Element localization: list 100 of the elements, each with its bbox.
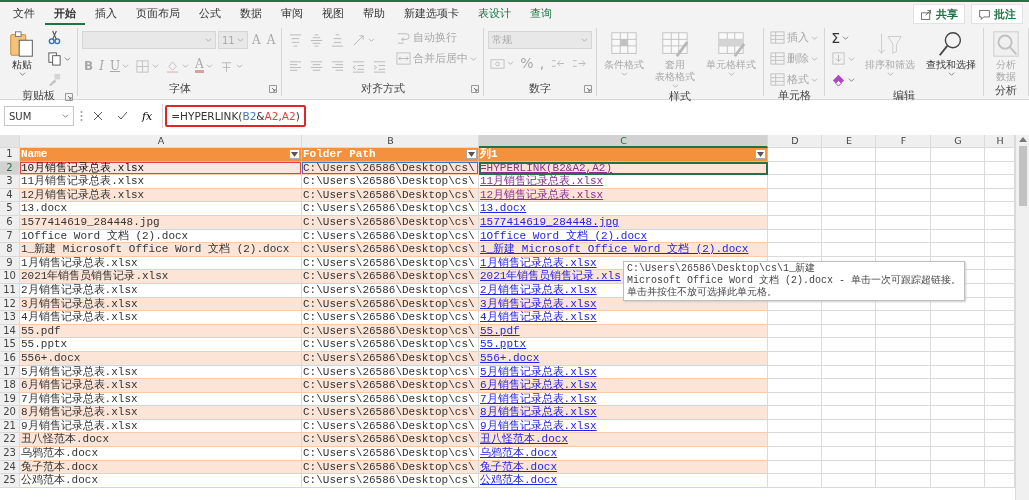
- caret-icon: [62, 113, 69, 119]
- small-grid-icon: [770, 72, 786, 87]
- row-header[interactable]: 18: [0, 379, 20, 393]
- empty-cell: [931, 406, 985, 420]
- table-cell: 2月销售记录总表.xlsx: [20, 283, 302, 298]
- caret-icon: [811, 34, 819, 41]
- filter-button[interactable]: [466, 149, 477, 159]
- ribbon-tab[interactable]: 视图: [313, 3, 353, 25]
- ribbon-tab[interactable]: 新建选项卡: [395, 3, 468, 25]
- ribbon-tab[interactable]: 查询: [521, 3, 561, 25]
- dialog-launcher-icon: [584, 85, 593, 93]
- ribbon-tab[interactable]: 数据: [231, 3, 271, 25]
- hyperlink[interactable]: 2021年销售员销售记录.xls: [480, 270, 621, 283]
- hyperlink[interactable]: 7月销售记录总表.xlsx: [480, 392, 597, 405]
- row-header[interactable]: 10: [0, 270, 20, 284]
- filter-button[interactable]: [289, 149, 300, 159]
- hyperlink[interactable]: =HYPERLINK(B2&A2,A2): [480, 161, 613, 174]
- hyperlink[interactable]: 兔子范本.docx: [480, 460, 557, 473]
- autosum-button[interactable]: Σ: [829, 28, 858, 47]
- hyperlink[interactable]: 乌鸦范本.docx: [480, 447, 557, 460]
- empty-cell: [931, 215, 985, 230]
- insert-function-button[interactable]: fx: [138, 109, 157, 123]
- formula-field[interactable]: =HYPERLINK(B2&A2,A2): [162, 104, 1025, 128]
- ribbon-tab[interactable]: 页面布局: [127, 3, 189, 25]
- copy-button[interactable]: [45, 49, 73, 68]
- hyperlink[interactable]: 1577414619_284448.jpg: [480, 215, 619, 228]
- table-cell: 2021年销售员销售记录.xlsx: [20, 270, 302, 284]
- comment-button[interactable]: 批注: [971, 4, 1023, 24]
- empty-cell: [822, 243, 876, 257]
- column-header[interactable]: D: [768, 135, 822, 148]
- row-header[interactable]: 3: [0, 175, 20, 189]
- hyperlink[interactable]: 55.pdf: [480, 324, 520, 337]
- hyperlink[interactable]: 4月销售记录总表.xlsx: [480, 311, 597, 324]
- hyperlink[interactable]: 5月销售记录总表.xlsx: [480, 365, 597, 378]
- column-header[interactable]: G: [931, 135, 985, 148]
- hyperlink[interactable]: 1月销售记录总表.xlsx: [480, 256, 597, 269]
- hyperlink[interactable]: 1_新建 Microsoft Office Word 文档 (2).docx: [480, 243, 749, 256]
- caret-icon: [842, 34, 850, 41]
- filter-button[interactable]: [755, 149, 766, 159]
- caret-icon: [581, 37, 589, 43]
- group-label: 单元格: [777, 89, 811, 103]
- paste-button[interactable]: 粘贴: [4, 28, 40, 78]
- row-header[interactable]: 5: [0, 202, 20, 216]
- row-header[interactable]: 23: [0, 447, 20, 461]
- table-cell: C:\Users\26586\Desktop\cs\: [302, 447, 479, 461]
- align-bottom-icon: [330, 32, 346, 48]
- empty-cell: [931, 161, 985, 176]
- dialog-launcher-icon: [65, 93, 73, 101]
- hyperlink[interactable]: 556+.docx: [480, 351, 540, 364]
- empty-cell: [931, 460, 985, 475]
- row-header[interactable]: 13: [0, 311, 20, 325]
- caret-icon: [620, 71, 628, 77]
- ribbon-tab[interactable]: 帮助: [354, 3, 394, 25]
- hyperlink[interactable]: 1Office Word 文档 (2).docx: [480, 229, 648, 242]
- row-header[interactable]: 1: [0, 148, 20, 162]
- hyperlink[interactable]: 丑八怪范本.docx: [480, 433, 568, 446]
- table-cell: 13.docx: [20, 202, 302, 216]
- share-button[interactable]: 共享: [913, 4, 965, 24]
- row-header[interactable]: 20: [0, 406, 20, 420]
- row-header[interactable]: 15: [0, 338, 20, 352]
- table-cell: 1_新建 Microsoft Office Word 文档 (2).docx: [20, 243, 302, 257]
- hyperlink[interactable]: 13.docx: [480, 202, 527, 215]
- hyperlink[interactable]: 9月销售记录总表.xlsx: [480, 419, 597, 432]
- column-header[interactable]: C: [479, 135, 768, 148]
- column-header[interactable]: F: [876, 135, 931, 148]
- scrollbar-thumb[interactable]: [1018, 146, 1027, 206]
- row-header[interactable]: 25: [0, 474, 20, 488]
- hyperlink[interactable]: 2月销售记录总表.xlsx: [480, 283, 597, 296]
- column-header[interactable]: H: [985, 135, 1015, 148]
- column-header[interactable]: A: [20, 135, 302, 148]
- find-select-button[interactable]: 查找和选择: [923, 28, 980, 78]
- ribbon-tab[interactable]: 文件: [4, 3, 44, 25]
- hyperlink[interactable]: 12月销售记录总表.xlsx: [480, 188, 604, 201]
- column-header[interactable]: B: [302, 135, 479, 148]
- table-cell: C:\Users\26586\Desktop\cs\: [302, 406, 479, 420]
- table-cell: 8月销售记录总表.xlsx: [20, 406, 302, 420]
- ribbon-tab[interactable]: 插入: [86, 3, 126, 25]
- column-header[interactable]: E: [822, 135, 876, 148]
- ribbon-tab[interactable]: 表设计: [469, 3, 520, 25]
- hyperlink[interactable]: 55.pptx: [480, 338, 527, 351]
- empty-cell: [931, 433, 985, 448]
- hyperlink[interactable]: 11月销售记录总表.xlsx: [480, 175, 604, 188]
- hyperlink[interactable]: 3月销售记录总表.xlsx: [480, 297, 597, 310]
- select-all-button[interactable]: [0, 135, 20, 148]
- dropdown-arrow-icon: [757, 151, 764, 157]
- hyperlink[interactable]: 8月销售记录总表.xlsx: [480, 406, 597, 419]
- ribbon-tab[interactable]: 审阅: [272, 3, 312, 25]
- hyperlink[interactable]: 6月销售记录总表.xlsx: [480, 379, 597, 392]
- caret-icon: [368, 37, 376, 43]
- empty-cell: [822, 433, 876, 448]
- empty-cell: [931, 379, 985, 393]
- hyperlink[interactable]: 公鸡范本.docx: [480, 474, 557, 487]
- row-header[interactable]: 8: [0, 243, 20, 257]
- vertical-scrollbar[interactable]: [1015, 135, 1029, 500]
- table-cell: 公鸡范本.docx: [20, 474, 302, 488]
- table-cell: C:\Users\26586\Desktop\cs\: [302, 202, 479, 216]
- row-header[interactable]: 22: [0, 433, 20, 448]
- name-box[interactable]: SUM: [4, 106, 74, 126]
- ribbon-tab[interactable]: 公式: [190, 3, 230, 25]
- empty-cell: [822, 406, 876, 420]
